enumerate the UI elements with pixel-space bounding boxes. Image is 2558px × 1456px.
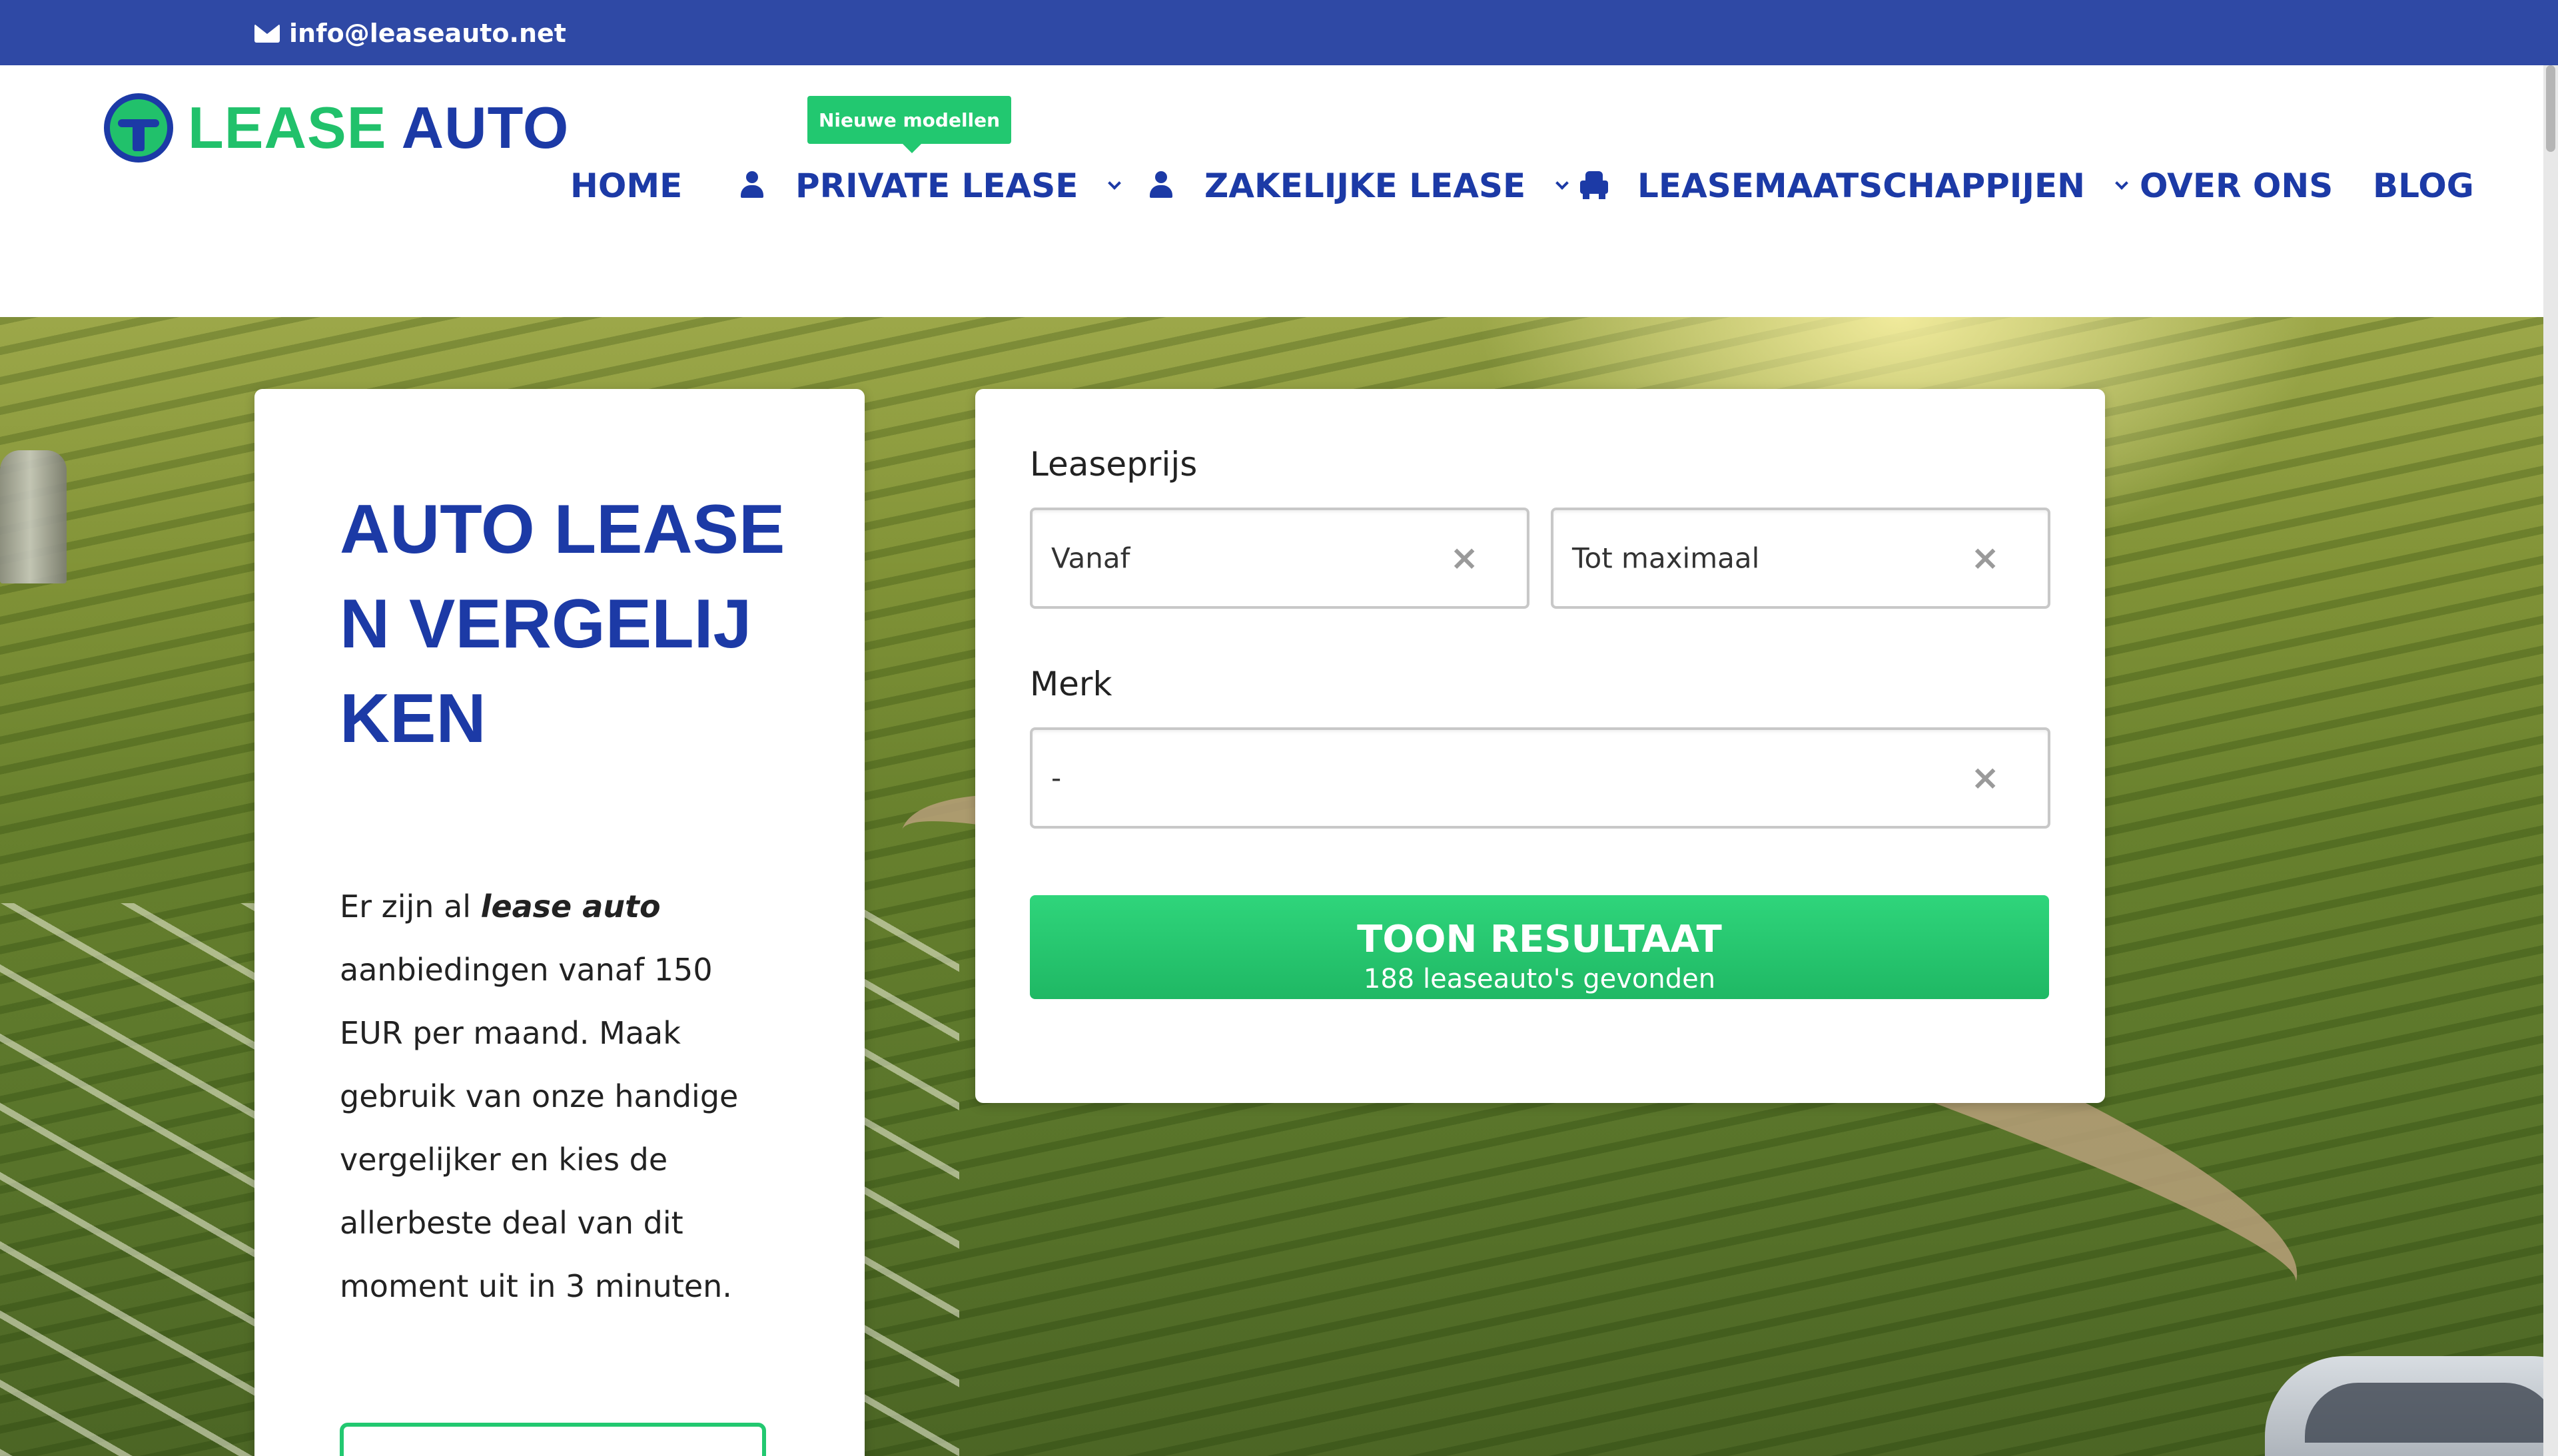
person-tie-icon — [1147, 171, 1174, 200]
car-image — [2265, 1356, 2558, 1456]
brand-label: Merk — [1030, 665, 1112, 703]
results-count: 188 leaseauto's gevonden — [1363, 964, 1716, 994]
nav-item-blog[interactable]: BLOG — [2373, 167, 2474, 205]
nav-item-leasemaatschappijen[interactable]: LEASEMAATSCHAPPIJEN — [1580, 167, 2128, 205]
show-results-button[interactable]: TOON RESULTAAT 188 leaseauto's gevonden — [1030, 895, 2049, 999]
nav-item-private-lease[interactable]: PRIVATE LEASE — [738, 167, 1122, 205]
envelope-icon — [254, 24, 280, 43]
top-bar: info@leaseauto.net — [0, 0, 2558, 65]
chevron-down-icon — [1108, 177, 1122, 190]
clear-icon[interactable]: × — [1970, 758, 2000, 798]
steering-wheel-icon — [104, 93, 173, 163]
intro-card: AUTO LEASEN VERGELIJKEN Er zijn al lease… — [254, 389, 865, 1456]
car-icon — [1580, 171, 1608, 200]
chevron-down-icon — [1555, 177, 1569, 190]
nav-item-zakelijke-lease[interactable]: ZAKELIJKE LEASE — [1147, 167, 1569, 205]
intro-text: Er zijn al lease auto aanbiedingen vanaf… — [340, 889, 739, 1304]
price-label: Leaseprijs — [1030, 445, 1198, 484]
brand-select[interactable]: - × — [1030, 727, 2050, 829]
logo-text: LEASE AUTO — [188, 95, 570, 161]
new-models-badge: Nieuwe modellen — [807, 96, 1011, 153]
page-title: AUTO LEASEN VERGELIJKEN — [340, 491, 785, 757]
intro-cta-button[interactable] — [340, 1423, 766, 1456]
email-link[interactable]: info@leaseauto.net — [254, 19, 566, 48]
scrollbar-thumb[interactable] — [2546, 65, 2555, 152]
price-to-select[interactable]: Tot maximaal × — [1551, 508, 2050, 609]
email-text: info@leaseauto.net — [289, 19, 566, 48]
clear-icon[interactable]: × — [1970, 538, 2000, 578]
nav-item-over-ons[interactable]: OVER ONS — [2140, 167, 2333, 205]
chevron-down-icon — [2115, 177, 2128, 190]
main-nav: HOME PRIVATE LEASE ZAKELIJKE LEASE LEASE… — [0, 167, 2558, 220]
nav-item-home[interactable]: HOME — [570, 167, 682, 205]
clear-icon[interactable]: × — [1450, 538, 1479, 578]
person-icon — [738, 171, 765, 200]
silo-image — [0, 450, 67, 583]
site-logo[interactable]: LEASE AUTO — [104, 93, 569, 163]
search-form: Leaseprijs Vanaf × Tot maximaal × Merk -… — [975, 389, 2105, 1103]
page-scrollbar[interactable] — [2543, 65, 2558, 1456]
price-from-select[interactable]: Vanaf × — [1030, 508, 1529, 609]
